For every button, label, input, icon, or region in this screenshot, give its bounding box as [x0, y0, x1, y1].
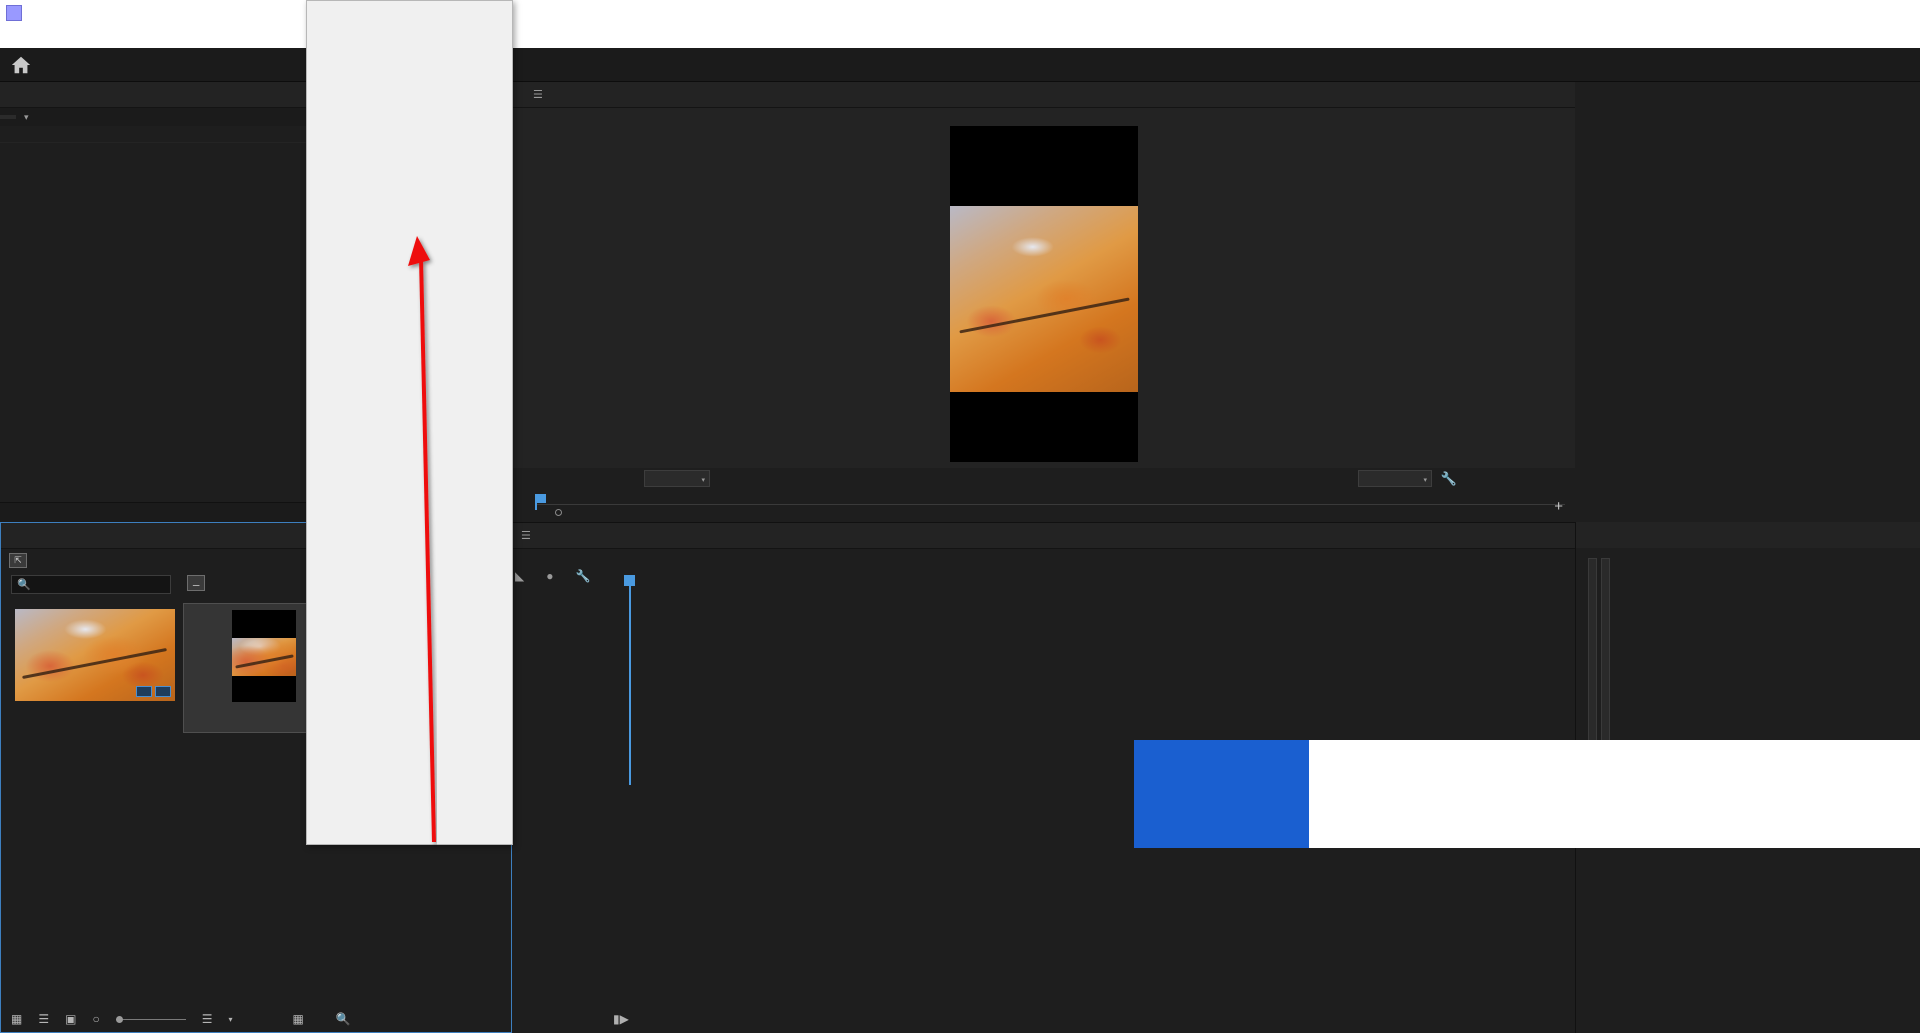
window-controls[interactable]	[1782, 0, 1920, 26]
chevron-down-icon[interactable]: ▾	[24, 112, 29, 123]
list-item[interactable]	[7, 603, 183, 733]
navigate-up-icon[interactable]: ⇱	[9, 552, 27, 568]
program-monitor-panel: ☰ ▾ ▾ 🔧 +	[513, 82, 1575, 522]
zoom-level-select[interactable]: ▾	[644, 470, 710, 487]
settings-wrench-icon[interactable]: 🔧	[575, 569, 590, 591]
video-preview	[950, 126, 1138, 462]
sort-icon[interactable]: ☰	[202, 1012, 213, 1026]
settings-wrench-icon[interactable]: 🔧	[1441, 471, 1457, 487]
project-footer-toolbar[interactable]: ▦ ☰ ▣ ○ ☰ ▾ ▦ 🔍	[1, 1006, 511, 1032]
workspace-bar	[0, 48, 1920, 82]
program-monitor-tabbar[interactable]: ☰	[513, 82, 1575, 108]
menu-bar	[0, 26, 1920, 48]
find-icon[interactable]: 🔍	[336, 1012, 351, 1026]
watermark-right	[1309, 740, 1920, 848]
marker-icon[interactable]: ●	[546, 569, 553, 591]
search-icon: 🔍	[17, 579, 31, 591]
title-bar	[0, 0, 1920, 26]
watermark	[1134, 740, 1920, 848]
playback-resolution-select[interactable]: ▾	[1358, 470, 1432, 487]
timeline-master-row: ▮▶	[513, 1009, 1575, 1033]
program-monitor-scrubber[interactable]	[535, 494, 1565, 516]
snap-icon[interactable]: ◣	[515, 569, 524, 591]
playhead-icon[interactable]	[535, 494, 546, 510]
chevron-down-icon: ▾	[1423, 477, 1427, 484]
timeline-playhead[interactable]	[624, 575, 635, 785]
project-filter-icon[interactable]: ⚊	[187, 575, 205, 591]
new-bin-icon[interactable]: ▦	[292, 1012, 303, 1026]
maximize-button[interactable]	[1828, 0, 1874, 26]
audio-meters-tabbar	[1576, 522, 1920, 548]
add-button-icon[interactable]: +	[1554, 498, 1563, 515]
program-monitor-controls: ▾ ▾ 🔧 +	[513, 468, 1575, 522]
timeline-ticks	[629, 589, 1575, 597]
item-badges	[136, 686, 171, 697]
project-search-input[interactable]: 🔍	[11, 575, 171, 594]
list-view-icon[interactable]: ▦	[11, 1012, 22, 1026]
thumbnail	[15, 609, 175, 701]
zoom-slider[interactable]	[115, 1015, 186, 1023]
chevron-down-icon[interactable]: ▾	[228, 1015, 232, 1024]
freeform-view-icon[interactable]: ▣	[65, 1012, 76, 1026]
main-clip-label[interactable]	[0, 115, 16, 119]
watermark-tag-box	[1134, 740, 1309, 848]
scrubber-handle[interactable]	[555, 509, 562, 516]
icon-view-icon[interactable]: ☰	[38, 1012, 49, 1026]
close-button[interactable]	[1874, 0, 1920, 26]
context-menu[interactable]	[306, 0, 513, 845]
zoom-slider-handle[interactable]: ○	[92, 1012, 99, 1026]
thumbnail	[232, 610, 296, 702]
home-icon[interactable]	[10, 54, 32, 76]
program-monitor-canvas[interactable]	[513, 108, 1575, 468]
premiere-logo-icon	[6, 5, 22, 21]
end-icon[interactable]: ▮▶	[613, 1012, 629, 1026]
panel-menu-icon[interactable]: ☰	[533, 88, 543, 101]
timeline-tool-row[interactable]: ◣ ● 🔧	[513, 569, 629, 591]
timeline-tabbar[interactable]: ☰	[513, 523, 1575, 549]
chevron-down-icon: ▾	[701, 477, 705, 484]
minimize-button[interactable]	[1782, 0, 1828, 26]
panel-menu-icon[interactable]: ☰	[521, 529, 531, 542]
